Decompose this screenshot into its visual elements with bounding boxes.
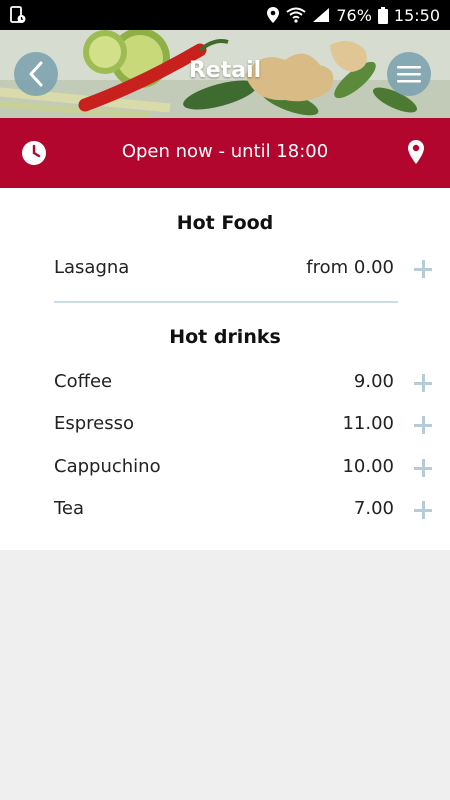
item-name: Coffee (54, 371, 113, 392)
section-divider (54, 301, 398, 303)
page-title: Retail (188, 58, 262, 83)
menu-item-espresso[interactable]: Espresso 11.00 (54, 409, 398, 439)
opening-hours-bar: Open now - until 18:00 (0, 118, 450, 188)
add-item-plus-icon[interactable] (412, 258, 434, 280)
item-price: from 0.00 (306, 257, 394, 278)
item-name: Espresso (54, 413, 135, 434)
header-banner: Retail (0, 30, 450, 118)
menu-item-cappuchino[interactable]: Cappuchino 10.00 (54, 452, 398, 482)
location-icon (267, 7, 280, 23)
menu-button[interactable] (387, 52, 431, 96)
section-title-hot-food: Hot Food (176, 212, 274, 234)
menu-card: Hot Food Lasagna from 0.00 Hot drinks Co… (0, 188, 450, 550)
add-item-plus-icon[interactable] (412, 414, 434, 436)
battery-icon (377, 6, 388, 24)
signal-icon (313, 8, 330, 22)
item-name: Lasagna (54, 257, 130, 278)
item-name: Cappuchino (54, 456, 161, 477)
open-status-text: Open now - until 18:00 (121, 141, 329, 162)
add-item-plus-icon[interactable] (412, 372, 434, 394)
section-title-hot-drinks: Hot drinks (169, 326, 281, 348)
sim-notification-icon (10, 6, 26, 23)
menu-item-coffee[interactable]: Coffee 9.00 (54, 367, 398, 397)
wifi-icon (286, 7, 306, 23)
map-pin-icon[interactable] (407, 139, 425, 165)
hamburger-menu-icon (397, 66, 421, 83)
battery-percent: 76% (336, 5, 372, 25)
item-price: 11.00 (342, 413, 394, 434)
add-item-plus-icon[interactable] (412, 457, 434, 479)
item-price: 7.00 (353, 498, 394, 519)
add-item-plus-icon[interactable] (412, 499, 434, 521)
clock-time: 15:50 (393, 5, 440, 25)
status-bar: 76% 15:50 (0, 0, 450, 30)
item-price: 9.00 (353, 371, 394, 392)
item-price: 10.00 (342, 456, 394, 477)
menu-item-tea[interactable]: Tea 7.00 (54, 494, 398, 524)
item-name: Tea (54, 498, 85, 519)
menu-item-lasagna[interactable]: Lasagna from 0.00 (54, 253, 398, 283)
